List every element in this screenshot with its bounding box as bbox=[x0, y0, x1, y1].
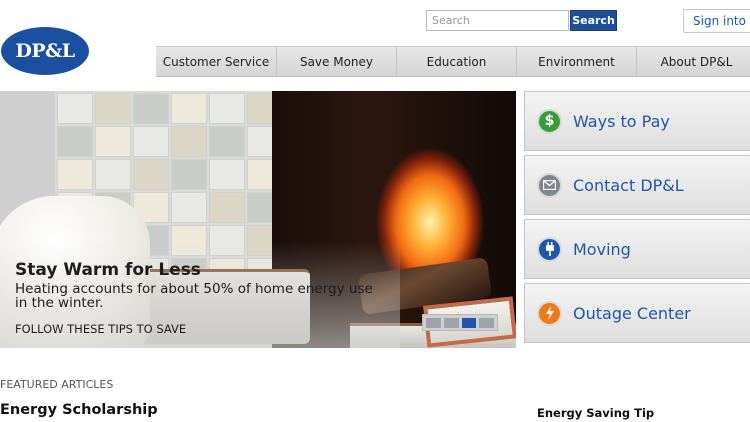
contact-dpl-label: Contact DP&L bbox=[573, 175, 684, 195]
hero-title: Stay Warm for Less bbox=[15, 260, 201, 280]
hero-description: Heating accounts for about 50% of home e… bbox=[15, 281, 373, 311]
carousel-dot-2[interactable] bbox=[443, 317, 459, 328]
carousel-dot-1[interactable] bbox=[426, 317, 441, 328]
moving-link[interactable]: Moving bbox=[524, 219, 750, 279]
sign-in-ebill-button[interactable]: Sign into eBill bbox=[683, 9, 750, 33]
nav-education[interactable]: Education bbox=[395, 47, 516, 76]
dpl-logo[interactable]: DP&L bbox=[1, 27, 89, 75]
ways-to-pay-label: Ways to Pay bbox=[573, 111, 670, 131]
mail-icon bbox=[537, 172, 562, 198]
featured-articles-heading: FEATURED ARTICLES bbox=[0, 378, 114, 391]
outage-center-link[interactable]: Outage Center bbox=[524, 283, 750, 343]
hero-cta-link[interactable]: FOLLOW THESE TIPS TO SAVE bbox=[15, 322, 186, 336]
energy-tip-heading: Energy Saving Tip bbox=[537, 406, 655, 420]
carousel-pager bbox=[422, 314, 498, 331]
article-title-link[interactable]: Energy Scholarship bbox=[0, 402, 158, 418]
main-nav: Customer Service Save Money Education En… bbox=[156, 46, 750, 77]
search-input[interactable]: Search bbox=[426, 10, 569, 31]
plug-icon bbox=[537, 236, 562, 262]
dollar-icon: $ bbox=[537, 108, 562, 134]
nav-about-dpl[interactable]: About DP&L bbox=[635, 47, 750, 76]
carousel-dot-3-active[interactable] bbox=[461, 317, 477, 328]
moving-label: Moving bbox=[573, 239, 631, 259]
search-button[interactable]: Search bbox=[570, 10, 617, 31]
nav-environment[interactable]: Environment bbox=[515, 47, 636, 76]
carousel-dot-4[interactable] bbox=[479, 317, 494, 328]
outage-center-label: Outage Center bbox=[573, 303, 691, 323]
nav-customer-service[interactable]: Customer Service bbox=[156, 47, 276, 76]
lightning-icon bbox=[537, 300, 562, 326]
ways-to-pay-link[interactable]: $ Ways to Pay bbox=[524, 91, 750, 151]
nav-save-money[interactable]: Save Money bbox=[275, 47, 396, 76]
contact-dpl-link[interactable]: Contact DP&L bbox=[524, 155, 750, 215]
logo-text: DP&L bbox=[15, 40, 75, 62]
